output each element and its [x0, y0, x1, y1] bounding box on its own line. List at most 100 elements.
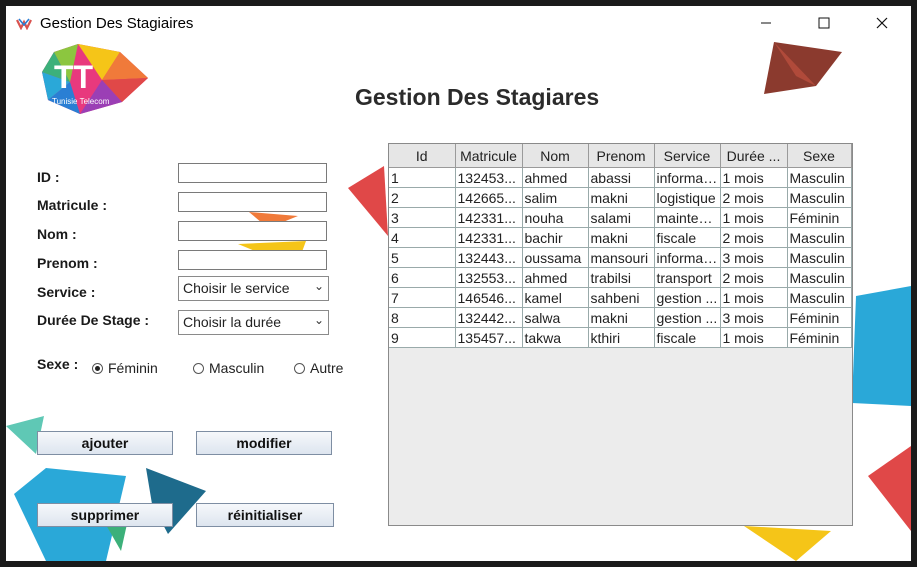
column-header-id[interactable]: Id	[389, 144, 456, 168]
column-header-matricule[interactable]: Matricule	[455, 144, 523, 168]
table-cell: 9	[389, 327, 456, 348]
radio-masculin[interactable]: Masculin	[193, 360, 264, 376]
modifier-button[interactable]: modifier	[196, 431, 332, 455]
table-header-row: Id Matricule Nom Prenom Service Durée ..…	[389, 144, 852, 168]
table-cell: 3 mois	[720, 247, 788, 268]
column-header-service[interactable]: Service	[654, 144, 721, 168]
table-row[interactable]: 8 132442... salwa makni gestion ... 3 mois Fém…	[389, 307, 852, 328]
nom-label: Nom :	[37, 226, 77, 242]
id-field[interactable]	[178, 163, 327, 183]
table-cell: 135457...	[455, 327, 523, 348]
table-cell: 1 mois	[720, 207, 788, 228]
table-row[interactable]: 3 142331... nouha salami mainten... 1 mois Fém…	[389, 207, 852, 228]
table-cell: 132553...	[455, 267, 523, 288]
table-cell: kamel	[522, 287, 589, 308]
table-cell: gestion ...	[654, 307, 721, 328]
table-cell: abassi	[588, 167, 655, 188]
page-title: Gestion Des Stagiares	[355, 84, 600, 110]
table-row[interactable]: 2 142665... salim makni logistique 2 mois Masc…	[389, 187, 852, 208]
radio-masculin-label: Masculin	[209, 360, 265, 376]
radio-unselected-icon	[294, 362, 305, 374]
table-cell: Masculin	[787, 287, 852, 308]
table-cell: mainten...	[654, 207, 721, 228]
column-header-prenom[interactable]: Prenom	[588, 144, 655, 168]
table-cell: 8	[389, 307, 456, 328]
table-cell: makni	[588, 227, 655, 248]
logo-text: TT	[54, 59, 94, 95]
table-row[interactable]: 6 132553... ahmed trabilsi transport 2 mois Ma…	[389, 267, 852, 288]
prenom-field[interactable]	[178, 250, 327, 270]
sexe-label: Sexe :	[37, 356, 79, 372]
table-row[interactable]: 4 142331... bachir makni fiscale 2 mois Mascul…	[389, 227, 852, 248]
table-cell: 2 mois	[720, 227, 788, 248]
table-cell: mansouri	[588, 247, 655, 268]
matricule-label: Matricule :	[37, 197, 108, 213]
radio-autre[interactable]: Autre	[294, 360, 343, 376]
close-button[interactable]	[853, 6, 911, 40]
table-cell: salim	[522, 187, 589, 208]
table-cell: bachir	[522, 227, 589, 248]
table-cell: Masculin	[787, 187, 852, 208]
table-cell: nouha	[522, 207, 589, 228]
table-cell: logistique	[654, 187, 721, 208]
table-cell: 5	[389, 247, 456, 268]
nom-field[interactable]	[178, 221, 327, 241]
minimize-button[interactable]	[737, 6, 795, 40]
logo-subtext: Tunisie Telecom	[52, 97, 110, 106]
app-icon	[16, 18, 32, 30]
column-header-nom[interactable]: Nom	[522, 144, 589, 168]
table-cell: 2	[389, 187, 456, 208]
table-cell: 132442...	[455, 307, 523, 328]
service-label: Service :	[37, 284, 96, 300]
column-header-sexe[interactable]: Sexe	[787, 144, 852, 168]
table-cell: 1 mois	[720, 167, 788, 188]
table-row[interactable]: 9 135457... takwa kthiri fiscale 1 mois Fémini…	[389, 327, 852, 348]
table-cell: informat...	[654, 247, 721, 268]
table-cell: 132443...	[455, 247, 523, 268]
table-cell: Masculin	[787, 227, 852, 248]
service-select[interactable]: Choisir le service ⌄	[178, 276, 329, 301]
table-row[interactable]: 7 146546... kamel sahbeni gestion ... 1 mois M…	[389, 287, 852, 308]
reinitialiser-button[interactable]: réinitialiser	[196, 503, 334, 527]
table-row[interactable]: 5 132443... oussama mansouri informat... 3 mo…	[389, 247, 852, 268]
table-cell: salwa	[522, 307, 589, 328]
table-cell: ahmed	[522, 267, 589, 288]
radio-autre-label: Autre	[310, 360, 344, 376]
table-cell: 3	[389, 207, 456, 228]
tunisie-telecom-logo: TT Tunisie Telecom	[42, 44, 148, 114]
table-row[interactable]: 1 132453... ahmed abassi informat... 1 mois Ma…	[389, 167, 852, 188]
table-cell: 6	[389, 267, 456, 288]
table-cell: fiscale	[654, 327, 721, 348]
table-cell: trabilsi	[588, 267, 655, 288]
app-window: Gestion Des Stagiaires TT Tunisie Teleco…	[6, 6, 911, 561]
matricule-field[interactable]	[178, 192, 327, 212]
supprimer-button[interactable]: supprimer	[37, 503, 173, 527]
id-label: ID :	[37, 169, 60, 185]
table-cell: 1 mois	[720, 287, 788, 308]
table-cell: 2 mois	[720, 267, 788, 288]
stagiaires-table[interactable]: Id Matricule Nom Prenom Service Durée ..…	[388, 143, 853, 526]
duree-select[interactable]: Choisir la durée ⌄	[178, 310, 329, 335]
table-cell: Féminin	[787, 327, 852, 348]
service-selected-value: Choisir le service	[183, 280, 290, 296]
table-cell: gestion ...	[654, 287, 721, 308]
column-header-duree[interactable]: Durée ...	[720, 144, 788, 168]
maximize-button[interactable]	[795, 6, 853, 40]
table-cell: takwa	[522, 327, 589, 348]
table-cell: Masculin	[787, 267, 852, 288]
title-bar: Gestion Des Stagiaires	[6, 6, 911, 40]
table-cell: 146546...	[455, 287, 523, 308]
duree-label: Durée De Stage :	[37, 312, 150, 328]
table-cell: 132453...	[455, 167, 523, 188]
table-cell: fiscale	[654, 227, 721, 248]
table-cell: 7	[389, 287, 456, 308]
table-cell: Féminin	[787, 307, 852, 328]
table-cell: transport	[654, 267, 721, 288]
radio-unselected-icon	[193, 362, 204, 374]
radio-feminin[interactable]: Féminin	[92, 360, 158, 376]
table-cell: 1	[389, 167, 456, 188]
ajouter-button[interactable]: ajouter	[37, 431, 173, 455]
table-cell: 4	[389, 227, 456, 248]
table-cell: 2 mois	[720, 187, 788, 208]
table-cell: 142665...	[455, 187, 523, 208]
